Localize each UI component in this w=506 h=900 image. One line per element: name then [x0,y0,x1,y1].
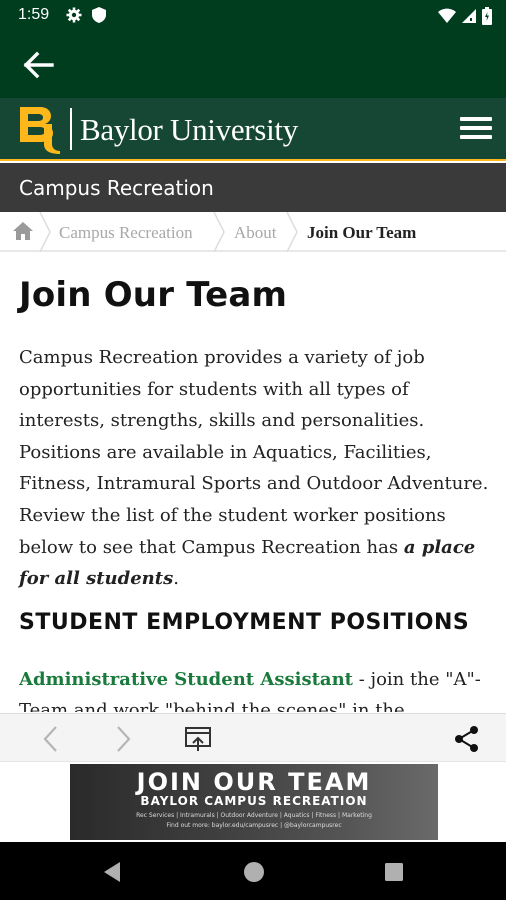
menu-bar [460,135,492,139]
shield-icon [92,7,106,23]
section-heading: STUDENT EMPLOYMENT POSITIONS [19,610,470,635]
position-link-administrative[interactable]: Administrative Student Assistant [19,669,353,690]
home-icon[interactable] [12,220,34,242]
gear-icon [66,7,82,23]
ad-fine-print: Rec Services | Intramurals | Outdoor Adv… [136,812,372,819]
browser-back-button[interactable] [36,724,66,754]
system-back-button[interactable] [100,859,126,885]
header-divider [70,108,72,150]
breadcrumb-separator [213,212,225,252]
browser-toolbar [0,713,506,762]
ad-fine-print: Find out more: baylor.edu/campusrec | @b… [166,822,342,829]
position-desc: - join the "A"- [352,669,481,690]
bu-logo[interactable] [18,104,62,154]
ad-subtitle: BAYLOR CAMPUS RECREATION [140,794,368,808]
status-time: 1:59 [18,6,50,23]
open-in-browser-icon [185,727,211,751]
breadcrumb-item-campus-recreation[interactable]: Campus Recreation [59,223,193,243]
section-bar: Campus Recreation [0,163,506,212]
breadcrumb-item-current: Join Our Team [307,223,417,242]
system-home-button[interactable] [241,859,267,885]
open-in-browser-button[interactable] [183,724,213,754]
breadcrumb-separator [39,212,51,252]
battery-icon [482,7,492,25]
site-name[interactable]: Baylor University [80,112,298,148]
chevron-right-icon [117,726,131,752]
system-nav-bar [0,842,506,900]
share-icon [455,726,478,752]
wifi-icon [438,8,456,23]
status-left-icons [66,7,106,23]
share-button[interactable] [452,724,482,754]
intro-paragraph: Campus Recreation provides a variety of … [19,342,489,595]
intro-end: . [173,568,179,590]
chevron-left-icon [43,726,57,752]
breadcrumb: Campus Recreation About Join Our Team [0,212,506,252]
ad-banner[interactable]: JOIN OUR TEAM BAYLOR CAMPUS RECREATION R… [70,764,438,840]
back-button[interactable] [22,50,56,80]
recents-square-icon [385,863,403,881]
ad-title: JOIN OUR TEAM [136,768,372,796]
hamburger-menu-icon[interactable] [460,117,492,141]
intro-text: Campus Recreation provides a variety of … [19,347,489,558]
arrow-left-icon [23,51,54,79]
status-right-icons [438,7,492,25]
browser-forward-button[interactable] [108,724,138,754]
position-item: Administrative Student Assistant - join … [19,664,499,712]
home-circle-icon [244,862,264,882]
menu-bar [460,126,492,130]
status-bar: 1:59 [0,0,506,32]
site-header: Baylor University [0,98,506,161]
back-triangle-icon [104,862,120,882]
breadcrumb-item-about[interactable]: About [234,223,277,243]
ad-area: JOIN OUR TEAM BAYLOR CAMPUS RECREATION R… [0,762,506,842]
section-title[interactable]: Campus Recreation [19,176,214,200]
system-recents-button[interactable] [381,859,407,885]
signal-icon [462,9,476,23]
app-bar [0,32,506,98]
breadcrumb-separator [286,212,298,252]
position-desc-cont: Team and work "behind the scenes" in the [19,700,405,712]
menu-bar [460,117,492,121]
page-title: Join Our Team [19,275,288,315]
